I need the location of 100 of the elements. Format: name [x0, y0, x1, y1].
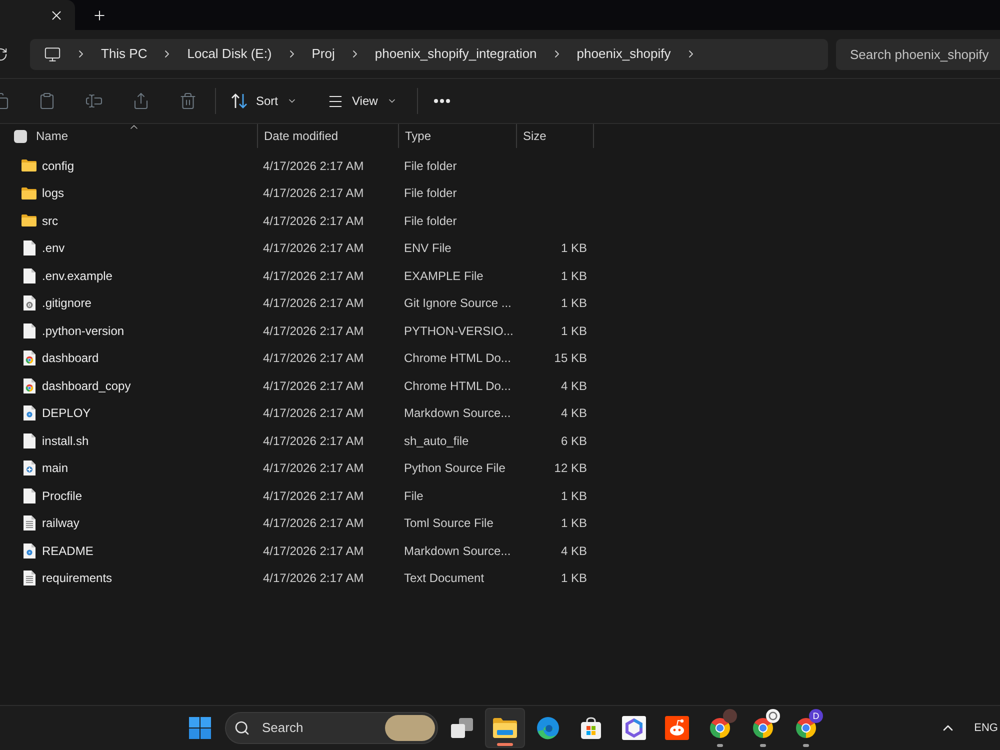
monitor-icon — [44, 46, 61, 62]
file-name[interactable]: install.sh — [42, 432, 89, 450]
folder-icon — [21, 186, 37, 200]
file-name[interactable]: logs — [42, 184, 64, 202]
picture-placeholder — [385, 715, 435, 741]
file-name[interactable]: DEPLOY — [42, 404, 91, 422]
dot-document-icon — [22, 405, 36, 422]
breadcrumb-item[interactable]: phoenix_shopify — [576, 44, 671, 64]
file-name[interactable]: .env — [42, 239, 65, 258]
file-type: File folder — [404, 214, 457, 228]
taskbar-search-field[interactable]: Search — [225, 712, 438, 744]
shopping-bag-icon — [579, 716, 603, 740]
trash-icon — [179, 92, 197, 110]
file-name[interactable]: dashboard_copy — [42, 376, 131, 395]
gear-document-icon — [22, 295, 36, 312]
file-size: 12 KB — [554, 460, 587, 478]
file-type: Git Ignore Source ... — [404, 296, 512, 310]
file-size: 1 KB — [560, 295, 587, 312]
file-type: ENV File — [404, 241, 452, 256]
file-size: 4 KB — [560, 405, 587, 422]
file-type: EXAMPLE File — [404, 268, 484, 283]
tile-app-icon — [622, 716, 646, 740]
file-name[interactable]: dashboard — [42, 349, 99, 368]
file-name[interactable]: railway — [42, 514, 80, 532]
folder-icon — [21, 159, 37, 172]
text-document-icon — [22, 515, 36, 532]
column-header[interactable]: Name — [36, 124, 257, 148]
file-size: 6 KB — [560, 432, 587, 450]
search-field[interactable]: Search phoenix_shopify — [836, 38, 1000, 70]
date-modified: 4/17/2026 2:17 AM — [263, 268, 364, 283]
chrome-icon — [751, 716, 775, 740]
file-name[interactable]: src — [42, 212, 58, 230]
more-icon — [434, 99, 450, 103]
profile-badge: D — [809, 709, 823, 723]
task-view-icon — [450, 717, 474, 739]
date-modified: 4/17/2026 2:17 AM — [263, 324, 364, 338]
taskbar-app-button[interactable]: D — [786, 708, 826, 748]
rename-icon — [85, 92, 103, 110]
file-size: 1 KB — [560, 240, 587, 258]
file-size: 1 KB — [560, 515, 587, 532]
file-name[interactable]: main — [42, 459, 68, 478]
view-button[interactable]: View — [319, 85, 405, 117]
search-label: Search — [262, 719, 304, 738]
select-all-checkbox[interactable] — [14, 130, 27, 142]
dot-document-icon — [22, 542, 36, 559]
chrome-icon — [708, 716, 732, 740]
alien-face-app-icon — [665, 716, 689, 740]
file-type: File folder — [404, 186, 457, 200]
file-type: Toml Source File — [404, 516, 494, 530]
breadcrumb-item[interactable]: phoenix_shopify_integration — [374, 44, 537, 64]
file-name[interactable]: README — [42, 542, 94, 560]
date-modified: 4/17/2026 2:17 AM — [263, 158, 364, 173]
file-name[interactable]: config — [42, 156, 74, 175]
folder-app-icon — [492, 717, 518, 739]
date-modified: 4/17/2026 2:17 AM — [263, 296, 364, 310]
file-type: Chrome HTML Do... — [404, 378, 511, 393]
column-header[interactable]: Date modified — [257, 124, 398, 148]
date-modified: 4/17/2026 2:17 AM — [263, 351, 364, 366]
share-icon — [132, 92, 150, 110]
sort-button[interactable]: Sort — [223, 85, 306, 117]
file-size: 1 KB — [560, 570, 587, 588]
search-icon — [234, 720, 250, 736]
clipboard-icon — [38, 92, 56, 110]
date-modified: 4/17/2026 2:17 AM — [263, 186, 364, 200]
windows-logo-icon — [189, 717, 211, 739]
breadcrumb-item[interactable]: This PC — [101, 44, 148, 64]
address-field[interactable]: This PC Local Disk (E:) Proj phoenix_shopify_integration phoenix_shopify — [30, 38, 828, 70]
folder-icon — [21, 214, 37, 228]
column-header[interactable]: Size — [516, 124, 594, 148]
file-name[interactable]: .env.example — [42, 266, 112, 285]
date-modified: 4/17/2026 2:17 AM — [263, 516, 364, 530]
document-icon — [22, 240, 36, 256]
breadcrumb-item[interactable]: Proj — [312, 44, 335, 64]
file-size: 4 KB — [560, 542, 587, 560]
file-name[interactable]: requirements — [42, 569, 112, 588]
chrome-document-icon — [22, 378, 36, 394]
file-type: Chrome HTML Do... — [404, 351, 511, 366]
document-icon — [22, 268, 36, 284]
file-name[interactable]: Procfile — [42, 486, 82, 505]
file-size: 1 KB — [560, 268, 587, 285]
date-modified: 4/17/2026 2:17 AM — [263, 571, 364, 586]
file-name[interactable]: .python-version — [42, 322, 124, 340]
taskbar-app-button[interactable] — [485, 708, 525, 748]
date-modified: 4/17/2026 2:17 AM — [263, 461, 364, 476]
avatar-icon — [723, 709, 737, 723]
date-modified: 4/17/2026 2:17 AM — [263, 241, 364, 256]
column-header[interactable]: Type — [398, 124, 516, 148]
language-indicator[interactable]: ENG — [974, 720, 998, 736]
file-type: File folder — [404, 158, 457, 173]
chrome-document-icon — [22, 350, 36, 366]
file-type: Text Document — [404, 571, 484, 586]
plus-icon — [92, 8, 106, 22]
date-modified: 4/17/2026 2:17 AM — [263, 488, 364, 503]
file-name[interactable]: .gitignore — [42, 294, 92, 312]
date-modified: 4/17/2026 2:17 AM — [263, 406, 364, 420]
file-type: Python Source File — [404, 461, 506, 476]
breadcrumb-item[interactable]: Local Disk (E:) — [187, 44, 272, 64]
date-modified: 4/17/2026 2:17 AM — [263, 544, 364, 558]
document-icon — [22, 432, 36, 449]
file-type: sh_auto_file — [404, 434, 469, 448]
